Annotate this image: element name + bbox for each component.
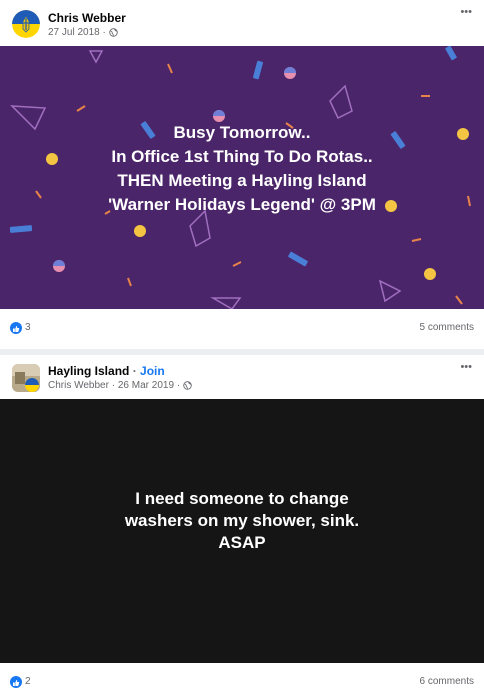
post-text-line: 'Warner Holidays Legend' @ 3PM — [108, 195, 376, 214]
comment-count[interactable]: 5 comments — [420, 322, 474, 333]
join-separator: · — [132, 364, 137, 378]
group-line: Hayling Island · Join — [48, 364, 165, 378]
post-text: I need someone to change washers on my s… — [0, 488, 484, 554]
author-name[interactable]: Chris Webber — [48, 11, 126, 25]
post-header: Hayling Island · Join Chris Webber · 26 … — [0, 355, 484, 399]
post-text-line: In Office 1st Thing To Do Rotas.. — [111, 147, 373, 166]
post-header: Chris Webber 27 Jul 2018 · ••• — [0, 0, 484, 46]
meta-separator: · — [111, 380, 116, 391]
like-icon[interactable] — [10, 322, 22, 334]
post-text-line: I need someone to change — [135, 489, 349, 508]
post-footer: 2 6 comments — [0, 663, 484, 693]
post-media[interactable]: Busy Tomorrow.. In Office 1st Thing To D… — [0, 46, 484, 309]
post-footer: 3 5 comments — [0, 309, 484, 349]
more-options-icon[interactable]: ••• — [460, 6, 472, 18]
globe-icon — [183, 381, 192, 393]
group-name[interactable]: Hayling Island — [48, 364, 129, 378]
like-count[interactable]: 3 — [25, 322, 31, 333]
post: Hayling Island · Join Chris Webber · 26 … — [0, 355, 484, 693]
post-date[interactable]: 26 Mar 2019 — [118, 380, 174, 391]
post-text-line: washers on my shower, sink. — [124, 511, 360, 530]
post-date[interactable]: 27 Jul 2018 — [48, 27, 100, 38]
post-text-line: ASAP — [218, 533, 266, 552]
author-name[interactable]: Chris Webber — [48, 380, 109, 391]
more-options-icon[interactable]: ••• — [460, 361, 472, 373]
ukraine-flag-avatar-icon — [12, 10, 40, 38]
like-icon[interactable] — [10, 676, 22, 688]
meta-separator: · — [102, 27, 106, 38]
post-meta: Chris Webber · 26 Mar 2019 · — [48, 380, 192, 393]
author-avatar[interactable] — [12, 10, 40, 38]
post: Chris Webber 27 Jul 2018 · ••• Busy Tomo… — [0, 0, 484, 349]
post-text-line: THEN Meeting a Hayling Island — [117, 171, 367, 190]
post-meta: 27 Jul 2018 · — [48, 27, 118, 40]
like-count[interactable]: 2 — [25, 676, 31, 687]
comment-count[interactable]: 6 comments — [420, 676, 474, 687]
post-media[interactable]: I need someone to change washers on my s… — [0, 399, 484, 663]
meta-separator: · — [176, 380, 181, 391]
post-text-line: Busy Tomorrow.. — [173, 123, 311, 142]
post-text: Busy Tomorrow.. In Office 1st Thing To D… — [0, 121, 484, 217]
globe-icon — [108, 28, 118, 40]
group-avatar[interactable] — [12, 364, 40, 392]
join-link[interactable]: Join — [140, 364, 165, 378]
